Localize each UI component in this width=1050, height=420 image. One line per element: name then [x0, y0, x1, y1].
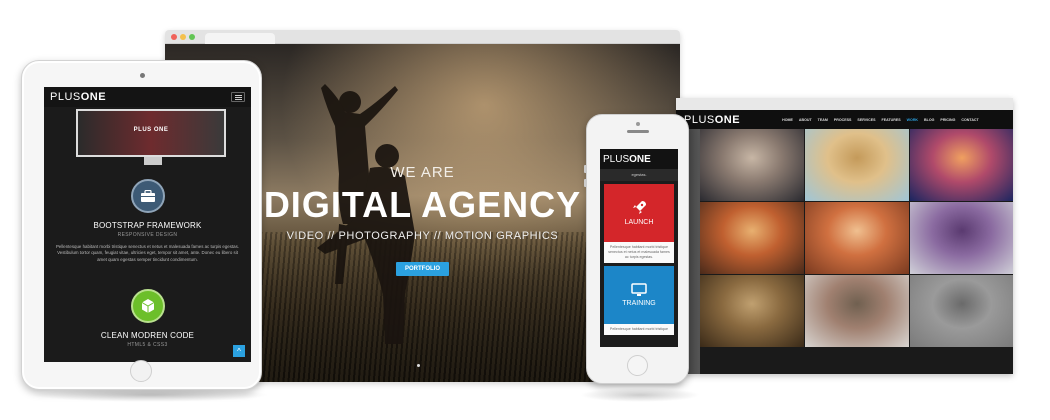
gallery-tile-starfish[interactable] — [805, 129, 909, 201]
nav-link-blog[interactable]: BLOG — [924, 118, 934, 122]
tablet-logo-bold: ONE — [80, 91, 107, 103]
close-window-icon[interactable] — [171, 34, 177, 40]
tablet-logo-light: PLUS — [50, 91, 81, 103]
launch-text: Pellentesque habitant morbi tristique se… — [604, 242, 674, 263]
portfolio-button[interactable]: PORTFOLIO — [396, 262, 449, 276]
monitor-icon — [631, 283, 647, 296]
briefcase-icon — [130, 179, 165, 213]
gallery-tile-purple-knit[interactable] — [910, 202, 1013, 274]
feature2-title: CLEAN MODREN CODE — [100, 331, 195, 340]
training-card[interactable]: TRAINING Pellentesque habitant morbi tri… — [604, 266, 674, 335]
desktop-monitor-screen: PLUSONE HOME ABOUT TEAM PROCESS SERVICES FEAT… — [676, 98, 1013, 374]
monitor-nav-links: HOME ABOUT TEAM PROCESS SERVICES FEATURES WORK… — [782, 118, 979, 122]
device-mockup-showcase: WE ARE DIGITAL AGENCY VIDEO // PHOTOGRAP… — [0, 0, 1050, 420]
minimize-window-icon[interactable] — [180, 34, 186, 40]
gallery-tile-woman-gown[interactable] — [700, 129, 804, 201]
nav-link-about[interactable]: ABOUT — [799, 118, 812, 122]
tablet-home-button[interactable] — [130, 360, 152, 382]
rocket-icon — [633, 201, 646, 214]
feature-clean-code: CLEAN MODREN CODE HTML5 & CSS3 — [44, 289, 251, 348]
nav-link-services[interactable]: SERVICES — [857, 118, 875, 122]
tablet-device: PLUSONE PLUS ONE BOOTSTRAP FRAMEWORK RES… — [21, 60, 262, 390]
gallery-tile-lighthouse[interactable] — [910, 129, 1013, 201]
gallery-tile-masquerade[interactable] — [700, 202, 804, 274]
phone-logo[interactable]: PLUSONE — [603, 154, 651, 165]
browser-tab[interactable] — [205, 33, 275, 44]
launch-card[interactable]: LAUNCH Pellentesque habitant morbi trist… — [604, 184, 674, 263]
nav-link-features[interactable]: FEATURES — [882, 118, 901, 122]
smartphone-device: PLUSONE egestas. LAUNCH Pellentesque hab… — [584, 114, 689, 384]
gallery-tile-couple[interactable] — [805, 275, 909, 347]
nav-link-contact[interactable]: CONTACT — [961, 118, 978, 122]
feature1-text: Pellentesque habitant morbi tristique se… — [55, 244, 240, 262]
gallery-tile-redhead[interactable] — [805, 202, 909, 274]
cube-icon — [130, 289, 165, 323]
maximize-window-icon[interactable] — [189, 34, 195, 40]
phone-volume-up — [584, 165, 587, 173]
phone-speaker — [627, 130, 649, 133]
mini-monitor-preview: PLUS ONE — [76, 109, 226, 157]
training-card-header: TRAINING — [604, 266, 674, 324]
feature-bootstrap: BOOTSTRAP FRAMEWORK RESPONSIVE DESIGN Pe… — [44, 179, 251, 263]
mini-monitor-stand — [144, 157, 162, 165]
hamburger-menu-icon[interactable] — [231, 92, 245, 102]
launch-title: LAUNCH — [624, 219, 654, 226]
phone-home-button[interactable] — [627, 355, 648, 376]
tablet-shadow — [30, 388, 270, 402]
scroll-to-top-button[interactable]: ^ — [233, 345, 245, 357]
portfolio-gallery-grid — [700, 129, 1013, 347]
tablet-logo[interactable]: PLUSONE — [50, 91, 106, 103]
phone-shadow — [580, 388, 700, 402]
gallery-tile-gray-tile[interactable] — [910, 275, 1013, 347]
monitor-navbar: PLUSONE HOME ABOUT TEAM PROCESS SERVICES FEAT… — [676, 110, 1013, 129]
site-logo[interactable]: PLUSONE — [684, 114, 740, 126]
training-text: Pellentesque habitant morbi tristique — [604, 324, 674, 335]
phone-strip-text: egestas. — [600, 169, 678, 181]
feature2-subtitle: HTML5 & CSS3 — [127, 342, 168, 348]
nav-link-work[interactable]: WORK — [907, 118, 918, 122]
nav-link-team[interactable]: TEAM — [818, 118, 828, 122]
browser-titlebar — [165, 30, 680, 44]
nav-link-pricing[interactable]: PRICING — [940, 118, 955, 122]
training-title: TRAINING — [622, 300, 656, 307]
phone-logo-light: PLUS — [603, 153, 630, 165]
mini-preview-title: PLUS ONE — [133, 127, 169, 133]
tablet-screen: PLUSONE PLUS ONE BOOTSTRAP FRAMEWORK RES… — [44, 87, 251, 362]
logo-light-text: PLUS — [684, 113, 715, 126]
monitor-top-bar — [676, 98, 1013, 110]
feature1-subtitle: RESPONSIVE DESIGN — [117, 232, 178, 238]
feature1-title: BOOTSTRAP FRAMEWORK — [93, 221, 202, 230]
logo-bold-text: ONE — [714, 113, 741, 126]
phone-logo-bold: ONE — [629, 153, 651, 165]
nav-link-home[interactable]: HOME — [782, 118, 793, 122]
nav-link-process[interactable]: PROCESS — [834, 118, 852, 122]
tablet-camera — [140, 73, 145, 78]
phone-volume-down — [584, 179, 587, 187]
launch-card-header: LAUNCH — [604, 184, 674, 242]
chevron-up-icon: ^ — [237, 346, 241, 356]
phone-navbar: PLUSONE — [600, 149, 678, 169]
phone-screen: PLUSONE egestas. LAUNCH Pellentesque hab… — [600, 149, 678, 347]
slider-indicator[interactable] — [417, 364, 420, 367]
tablet-navbar: PLUSONE — [44, 87, 251, 107]
phone-front-camera — [636, 122, 640, 126]
gallery-tile-lion[interactable] — [700, 275, 804, 347]
